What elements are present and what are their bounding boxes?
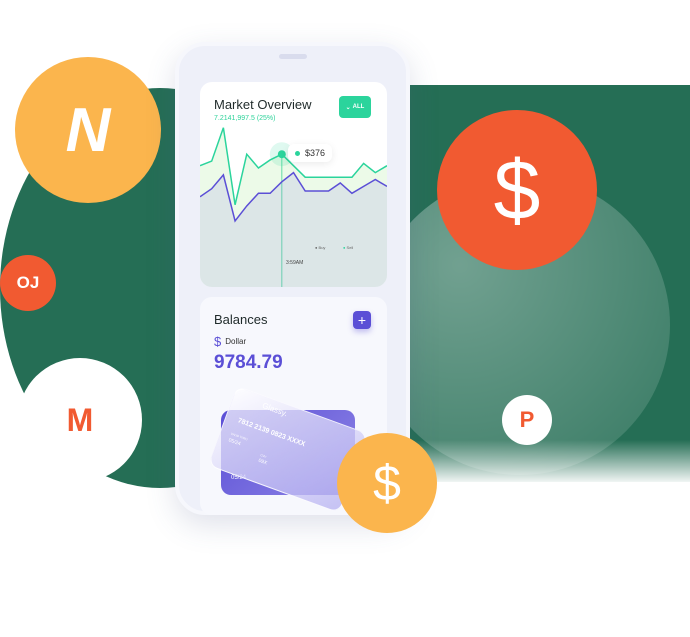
p-logo-icon: P xyxy=(519,407,535,432)
legend-sell: ● Sell xyxy=(343,245,354,250)
tooltip-dot xyxy=(295,150,300,156)
currency-label: $ Dollar xyxy=(214,334,247,349)
phone-notch xyxy=(279,54,307,59)
legend-buy: ● Buy xyxy=(315,245,326,250)
dollar-icon: $ xyxy=(214,334,222,349)
add-balance-button[interactable]: + xyxy=(353,311,371,329)
highlight-point[interactable] xyxy=(277,150,286,159)
p-logo-circle: P xyxy=(502,395,552,445)
oj-logo-icon: OJ xyxy=(16,273,40,292)
m-logo-circle: M xyxy=(18,358,142,482)
balances-title: Balances xyxy=(214,312,268,327)
dollar-orange-circle: $ xyxy=(337,433,437,533)
market-overview-card: Market Overview 7.2141,997.5 (25%) ⌄ ALL … xyxy=(200,82,387,287)
n-logo-circle: N xyxy=(15,57,161,203)
market-chart xyxy=(200,127,387,287)
n-logo-icon: N xyxy=(65,95,111,165)
m-logo-icon: M xyxy=(66,401,94,438)
oj-logo-circle: OJ xyxy=(0,255,56,311)
balance-amount: 9784.79 xyxy=(214,352,283,373)
dollar-icon: $ xyxy=(373,455,401,511)
chart-tooltip: $376 xyxy=(288,144,333,162)
dollar-icon: $ xyxy=(493,142,541,237)
chart-time-label: 3:59AM xyxy=(286,260,304,266)
dollar-red-circle: $ xyxy=(437,110,597,270)
